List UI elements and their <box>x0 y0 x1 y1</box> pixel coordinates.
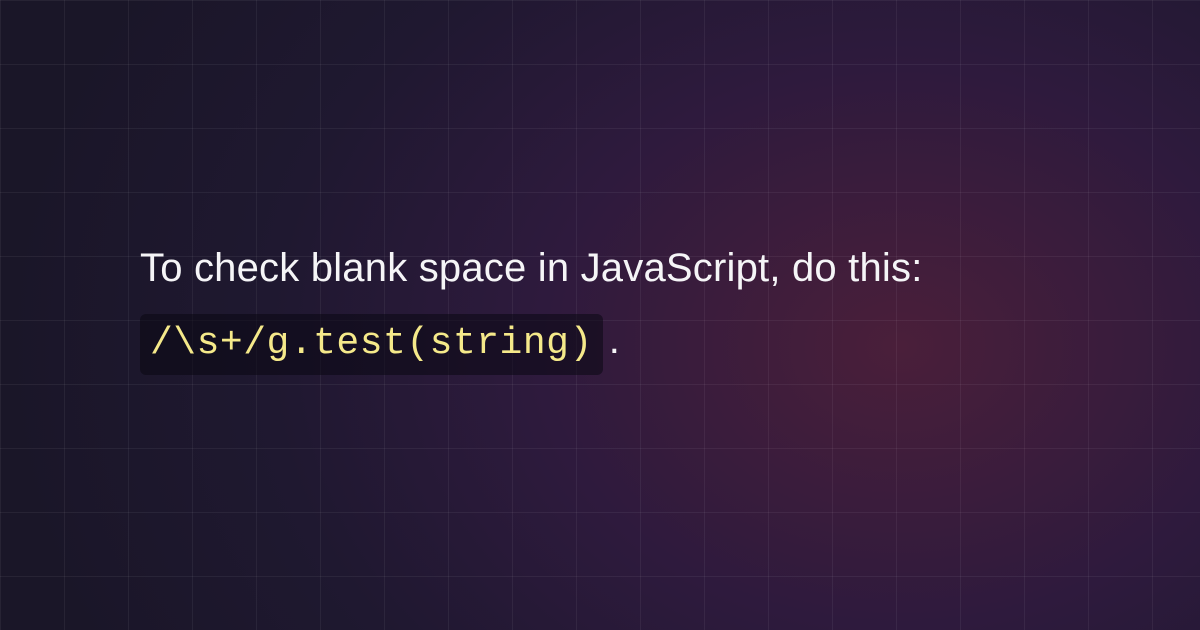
content-block: To check blank space in JavaScript, do t… <box>140 242 1100 375</box>
heading-text: To check blank space in JavaScript, do t… <box>140 242 1100 294</box>
code-snippet: /\s+/g.test(string) <box>140 314 603 375</box>
code-line: /\s+/g.test(string) . <box>140 312 1100 375</box>
trailing-period: . <box>609 312 620 368</box>
